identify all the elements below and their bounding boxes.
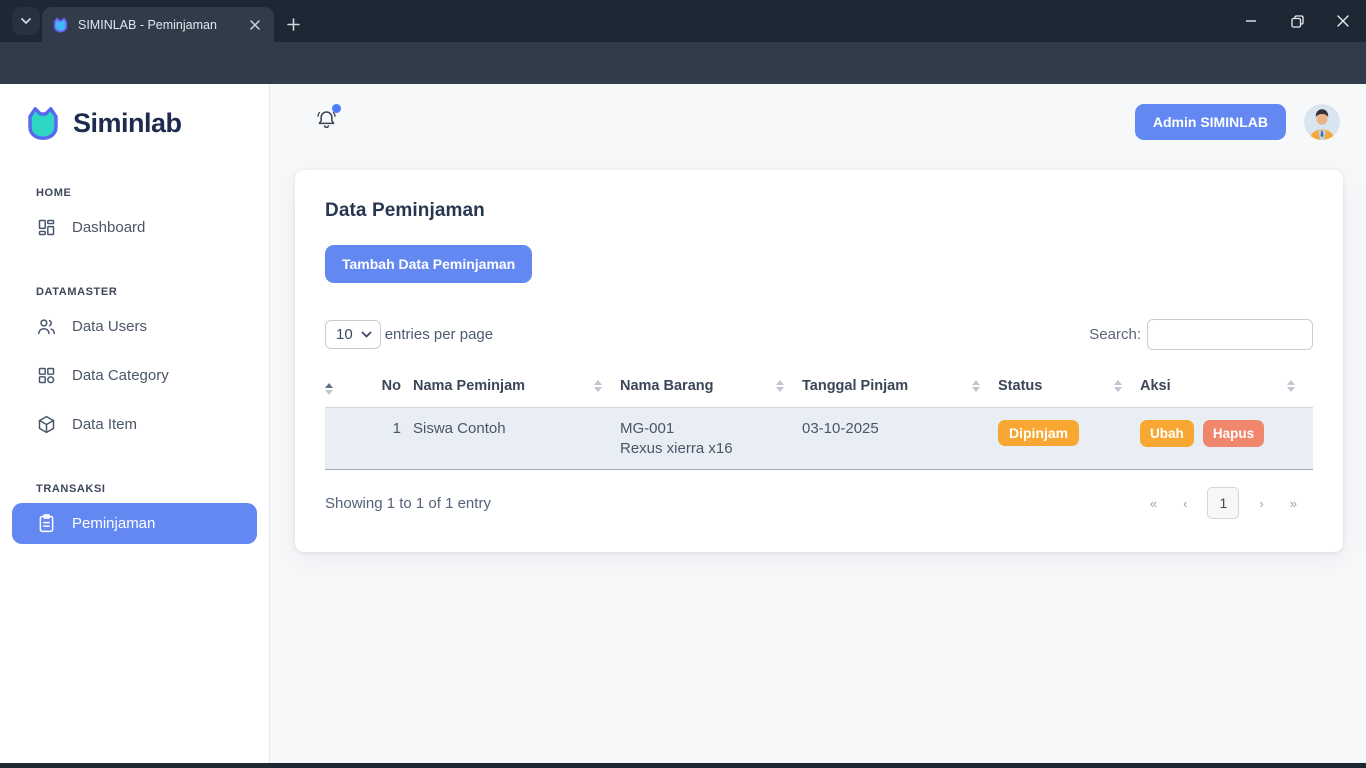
- sort-icon: [325, 383, 333, 395]
- chevron-down-icon: [19, 14, 33, 28]
- brand-name: Siminlab: [73, 108, 182, 139]
- page-size-select[interactable]: 10: [325, 320, 381, 349]
- page-title: Data Peminjaman: [325, 200, 1313, 222]
- sidebar-item-label: Data Users: [72, 318, 147, 335]
- sort-icon: [1287, 380, 1295, 392]
- new-tab-button[interactable]: [280, 11, 306, 37]
- bottom-edge-bar: [0, 763, 1366, 768]
- cell-status: Dipinjam: [998, 408, 1140, 470]
- sidebar-item-dashboard[interactable]: Dashboard: [12, 207, 257, 248]
- sidebar-item-label: Dashboard: [72, 219, 145, 236]
- table-controls: 10 entries per page Search:: [325, 319, 1313, 350]
- search-label: Search:: [1089, 326, 1141, 343]
- pagination-last-button[interactable]: »: [1284, 492, 1303, 515]
- dashboard-grid-icon: [36, 217, 57, 238]
- window-controls: [1228, 0, 1366, 42]
- users-icon: [36, 316, 57, 337]
- add-peminjaman-button[interactable]: Tambah Data Peminjaman: [325, 245, 532, 283]
- page-size-value: 10: [336, 326, 353, 343]
- cell-aksi: Ubah Hapus: [1140, 408, 1313, 470]
- table-footer: Showing 1 to 1 of 1 entry « ‹ 1 › »: [325, 487, 1313, 519]
- window-minimize-button[interactable]: [1228, 0, 1274, 42]
- sidebar-item-label: Data Category: [72, 367, 169, 384]
- app-header: Admin SIMINLAB: [271, 84, 1366, 160]
- sidebar: Siminlab HOME Dashboard DATAMASTER: [0, 84, 270, 763]
- browser-tab-strip: SIMINLAB - Peminjaman: [0, 0, 1366, 42]
- table-row: 1 Siswa Contoh MG-001 Rexus xierra x16 0…: [325, 408, 1313, 470]
- pagination-first-button[interactable]: «: [1144, 492, 1163, 515]
- sidebar-item-peminjaman[interactable]: Peminjaman: [12, 503, 257, 544]
- close-icon: [1337, 15, 1349, 27]
- pagination-page-1[interactable]: 1: [1207, 487, 1239, 519]
- column-header-nama-barang[interactable]: Nama Barang: [620, 365, 802, 408]
- admin-button[interactable]: Admin SIMINLAB: [1135, 104, 1286, 140]
- tab-title: SIMINLAB - Peminjaman: [78, 18, 246, 32]
- sidebar-item-data-users[interactable]: Data Users: [12, 306, 257, 347]
- hapus-button[interactable]: Hapus: [1203, 420, 1264, 447]
- section-label-transaksi: TRANSAKSI: [36, 483, 269, 495]
- cell-nama-barang: MG-001 Rexus xierra x16: [620, 408, 802, 470]
- sort-icon: [972, 380, 980, 392]
- cell-nama-peminjam: Siswa Contoh: [413, 408, 620, 470]
- plus-icon: [287, 18, 300, 31]
- window-restore-button[interactable]: [1274, 0, 1320, 42]
- cell-no: 1: [365, 408, 413, 470]
- notification-badge: [332, 104, 341, 113]
- table-header-row: No Nama Peminjam Nama Barang Tanggal Pin…: [325, 365, 1313, 408]
- sidebar-item-data-item[interactable]: Data Item: [12, 404, 257, 445]
- screen: SIMINLAB - Peminjaman: [0, 0, 1366, 768]
- sort-icon: [594, 380, 602, 392]
- restore-icon: [1291, 15, 1304, 28]
- pagination-next-button[interactable]: ›: [1253, 492, 1269, 515]
- ubah-button[interactable]: Ubah: [1140, 420, 1194, 447]
- section-label-datamaster: DATAMASTER: [36, 286, 269, 298]
- column-header-aksi[interactable]: Aksi: [1140, 365, 1313, 408]
- sidebar-item-label: Peminjaman: [72, 515, 155, 532]
- item-code: MG-001: [620, 420, 674, 437]
- pagination: « ‹ 1 › »: [1144, 487, 1313, 519]
- tab-search-button[interactable]: [12, 7, 40, 35]
- clipboard-icon: [36, 513, 57, 534]
- column-header-status[interactable]: Status: [998, 365, 1140, 408]
- entries-per-page-label: entries per page: [385, 326, 493, 343]
- showing-entries-text: Showing 1 to 1 of 1 entry: [325, 495, 491, 512]
- search-input[interactable]: [1147, 319, 1313, 350]
- column-header-tanggal-pinjam[interactable]: Tanggal Pinjam: [802, 365, 998, 408]
- favicon-cat-icon: [52, 17, 69, 33]
- cube-icon: [36, 414, 57, 435]
- sidebar-item-label: Data Item: [72, 416, 137, 433]
- sidebar-item-data-category[interactable]: Data Category: [12, 355, 257, 396]
- column-header-no[interactable]: No: [365, 365, 413, 408]
- section-label-home: HOME: [36, 187, 269, 199]
- cell-tanggal-pinjam: 03-10-2025: [802, 408, 998, 470]
- window-close-button[interactable]: [1320, 0, 1366, 42]
- column-header-index-sort[interactable]: [325, 365, 365, 408]
- admin-avatar[interactable]: [1304, 104, 1340, 140]
- column-header-nama-peminjam[interactable]: Nama Peminjam: [413, 365, 620, 408]
- sort-icon: [1114, 380, 1122, 392]
- minimize-icon: [1245, 15, 1257, 27]
- app-window: Siminlab HOME Dashboard DATAMASTER: [0, 84, 1366, 763]
- item-name: Rexus xierra x16: [620, 440, 794, 457]
- siminlab-cat-logo-icon: [24, 106, 62, 141]
- chevron-down-icon: [361, 331, 372, 339]
- browser-tab[interactable]: SIMINLAB - Peminjaman: [42, 7, 274, 42]
- data-peminjaman-card: Data Peminjaman Tambah Data Peminjaman 1…: [295, 170, 1343, 552]
- row-sort-spacer: [325, 408, 365, 470]
- pagination-prev-button[interactable]: ‹: [1177, 492, 1193, 515]
- tab-close-icon[interactable]: [246, 16, 264, 34]
- category-icon: [36, 365, 57, 386]
- peminjaman-table: No Nama Peminjam Nama Barang Tanggal Pin…: [325, 365, 1313, 470]
- brand: Siminlab: [0, 84, 269, 141]
- main-area: Admin SIMINLAB Data Pem: [271, 84, 1366, 763]
- browser-toolbar: 127.0.0.1:8000/loan: [0, 42, 1366, 84]
- notification-button[interactable]: [315, 108, 338, 136]
- status-badge: Dipinjam: [998, 420, 1079, 446]
- sort-icon: [776, 380, 784, 392]
